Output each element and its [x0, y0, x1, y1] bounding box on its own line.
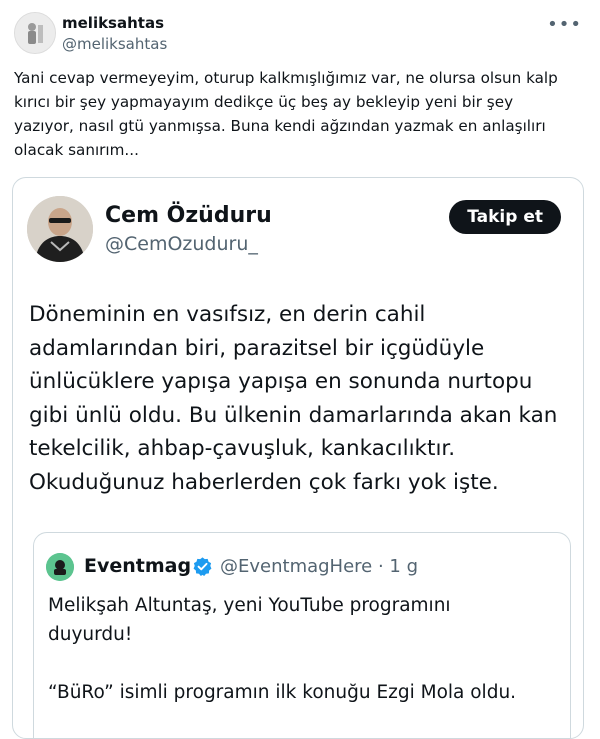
embedded-tweet[interactable]: Cem Özüduru @CemOzuduru_ Takip et Dönemi… — [12, 177, 584, 739]
avatar-image — [46, 553, 74, 581]
avatar[interactable] — [14, 12, 56, 54]
author-display-name[interactable]: meliksahtas — [62, 14, 164, 32]
avatar[interactable] — [27, 196, 93, 262]
quoted-tweet-text: Melikşah Altuntaş, yeni YouTube programı… — [48, 595, 517, 703]
author-display-name[interactable]: Cem Özüduru — [105, 203, 272, 228]
verified-badge-icon — [193, 557, 212, 577]
tweet-text: Yani cevap vermeyeyim, oturup kalkmışlığ… — [14, 69, 558, 159]
quoted-tweet[interactable]: Eventmag @EventmagHere · 1 g Melikşah Al… — [33, 532, 571, 738]
quoted-handle-time[interactable]: @EventmagHere · 1 g — [220, 556, 418, 577]
outer-tweet-header: meliksahtas @meliksahtas ••• — [14, 12, 586, 56]
tweet-text: Döneminin en vasıfsız, en derin cahil ad… — [29, 302, 558, 495]
follow-button[interactable]: Takip et — [449, 200, 561, 234]
avatar-image — [15, 13, 55, 53]
more-horizontal-icon[interactable]: ••• — [547, 14, 582, 35]
quoted-display-name[interactable]: Eventmag — [84, 555, 191, 577]
avatar[interactable] — [46, 553, 74, 581]
author-handle[interactable]: @meliksahtas — [62, 35, 167, 53]
avatar-image — [27, 196, 93, 262]
author-handle[interactable]: @CemOzuduru_ — [105, 233, 258, 255]
